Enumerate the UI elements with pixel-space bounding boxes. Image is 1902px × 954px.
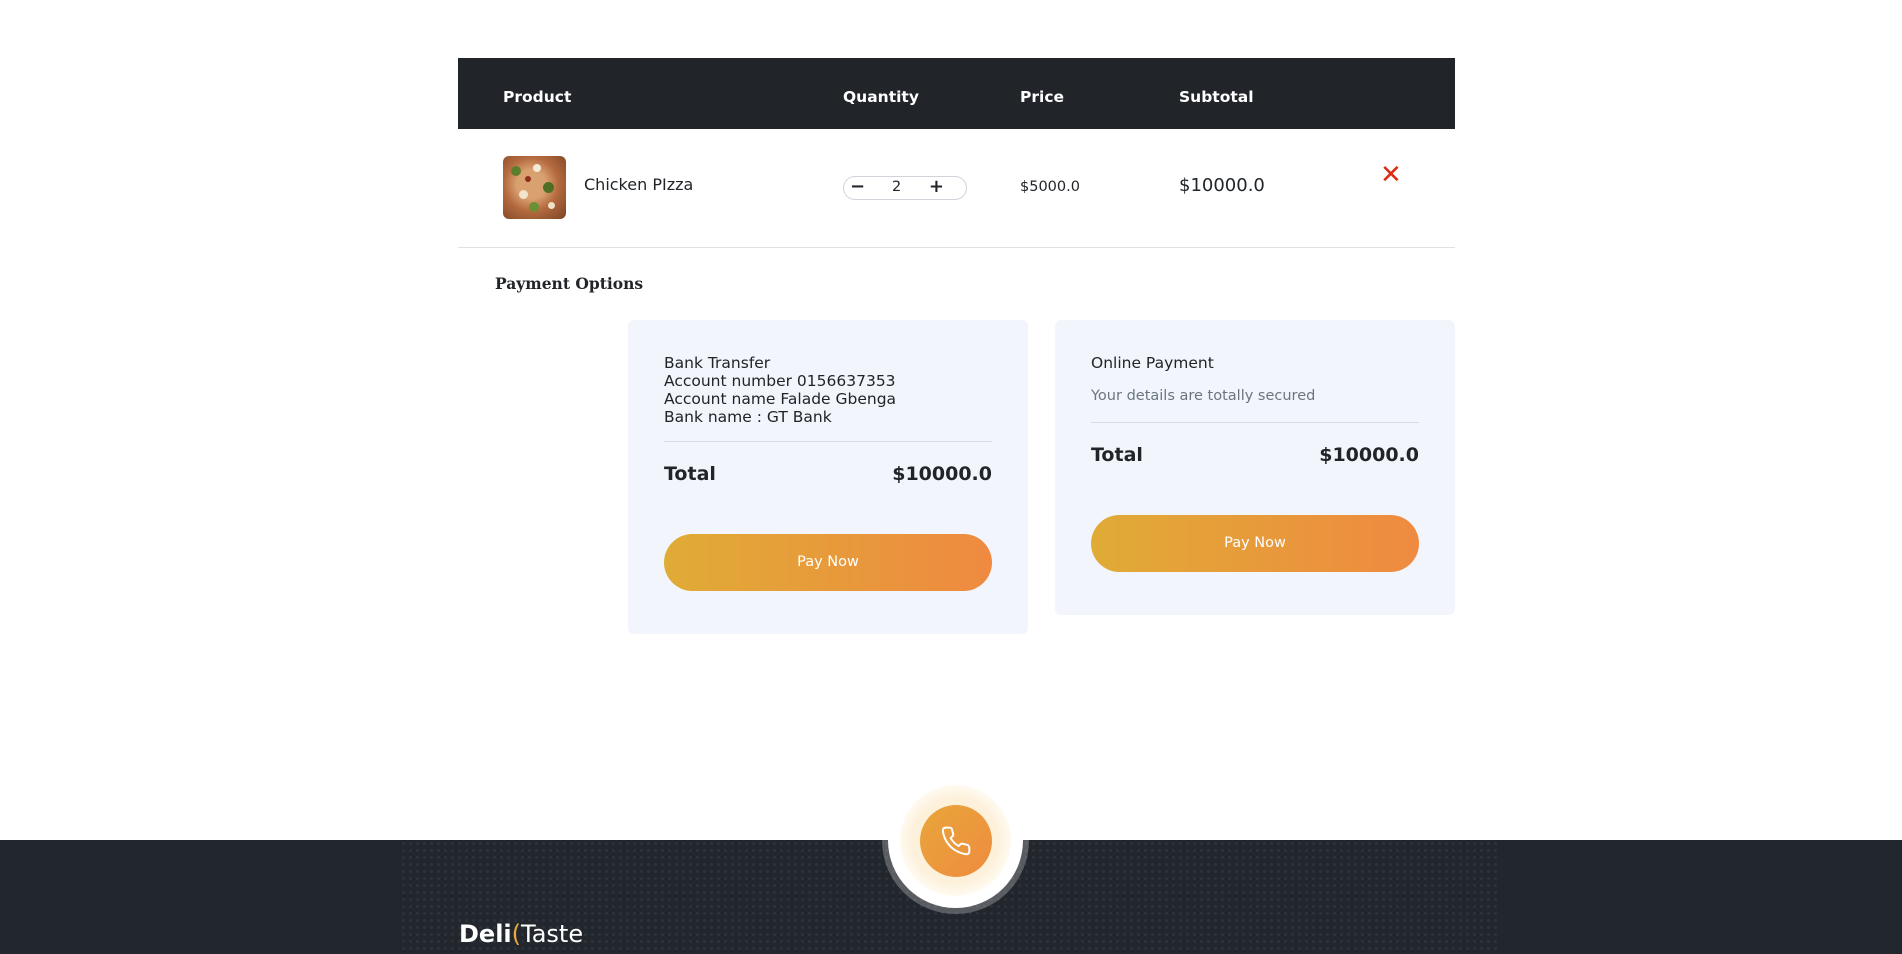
logo-taste-text: Taste — [521, 920, 584, 948]
remove-item-icon[interactable]: ✕ — [1380, 162, 1402, 188]
divider — [664, 441, 992, 442]
online-payment-title: Online Payment — [1091, 354, 1214, 372]
bank-details: Bank Transfer Account number 0156637353 … — [664, 354, 896, 426]
product-name: Chicken PIzza — [584, 175, 694, 194]
item-price: $5000.0 — [1020, 179, 1080, 195]
online-payment-card: Online Payment Your details are totally … — [1055, 320, 1455, 615]
phone-icon — [941, 826, 971, 856]
online-payment-subtitle: Your details are totally secured — [1091, 388, 1316, 404]
flame-icon: ( — [511, 920, 522, 948]
account-number: Account number 0156637353 — [664, 372, 896, 390]
product-image — [503, 156, 566, 219]
cart-table-header: Product Quantity Price Subtotal — [458, 58, 1455, 129]
bank-transfer-label: Bank Transfer — [664, 354, 771, 372]
item-subtotal: $10000.0 — [1179, 175, 1265, 196]
quantity-stepper: − 2 + — [843, 176, 967, 200]
header-quantity: Quantity — [843, 88, 919, 106]
header-product: Product — [503, 88, 572, 106]
phone-call-button[interactable] — [920, 805, 992, 877]
quantity-increase-button[interactable]: + — [929, 176, 944, 198]
cart-row: Chicken PIzza − 2 + $5000.0 $10000.0 ✕ — [458, 129, 1455, 248]
payment-options-title: Payment Options — [495, 274, 644, 293]
bank-transfer-card: Bank Transfer Account number 0156637353 … — [628, 320, 1028, 634]
header-price: Price — [1020, 88, 1065, 106]
bank-total-value: $10000.0 — [892, 463, 992, 485]
bank-name: Bank name : GT Bank — [664, 408, 832, 426]
bank-pay-now-button[interactable]: Pay Now — [664, 534, 992, 591]
cart-table: Product Quantity Price Subtotal Chicken … — [458, 58, 1455, 248]
online-pay-now-button[interactable]: Pay Now — [1091, 515, 1419, 572]
phone-call-badge — [888, 773, 1023, 908]
quantity-value: 2 — [892, 179, 902, 195]
header-subtotal: Subtotal — [1179, 88, 1254, 106]
bank-total-label: Total — [664, 463, 716, 485]
quantity-decrease-button[interactable]: − — [850, 176, 865, 198]
online-total-label: Total — [1091, 444, 1143, 466]
online-total-value: $10000.0 — [1319, 444, 1419, 466]
logo-deli-text: Deli — [459, 920, 512, 948]
footer-logo[interactable]: Deli(Taste — [459, 920, 583, 948]
account-name: Account name Falade Gbenga — [664, 390, 897, 408]
divider — [1091, 422, 1419, 423]
